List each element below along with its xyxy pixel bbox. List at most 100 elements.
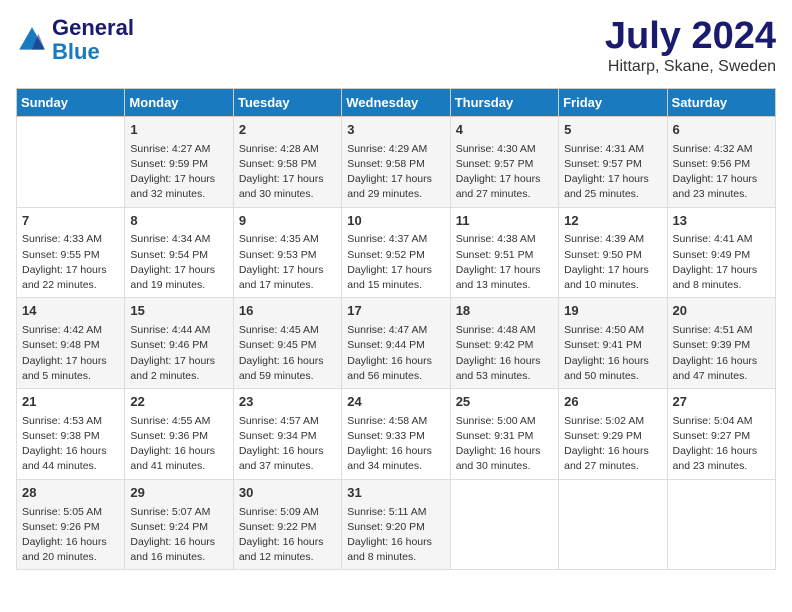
col-header-friday: Friday [559,88,667,116]
calendar-cell: 22Sunrise: 4:55 AM Sunset: 9:36 PM Dayli… [125,388,233,479]
day-info: Sunrise: 5:00 AM Sunset: 9:31 PM Dayligh… [456,414,553,475]
day-info: Sunrise: 5:05 AM Sunset: 9:26 PM Dayligh… [22,505,119,566]
day-number: 17 [347,302,444,321]
day-number: 26 [564,393,661,412]
day-info: Sunrise: 4:42 AM Sunset: 9:48 PM Dayligh… [22,323,119,384]
calendar-cell: 10Sunrise: 4:37 AM Sunset: 9:52 PM Dayli… [342,207,450,298]
calendar-cell: 2Sunrise: 4:28 AM Sunset: 9:58 PM Daylig… [233,116,341,207]
calendar-cell [559,479,667,570]
day-number: 22 [130,393,227,412]
day-number: 7 [22,212,119,231]
day-number: 3 [347,121,444,140]
calendar-cell: 18Sunrise: 4:48 AM Sunset: 9:42 PM Dayli… [450,298,558,389]
calendar-cell: 26 Sunrise: 5:02 AM Sunset: 9:29 PM Dayli… [559,388,667,479]
calendar-cell: 31Sunrise: 5:11 AM Sunset: 9:20 PM Dayli… [342,479,450,570]
calendar-week-row: 7Sunrise: 4:33 AM Sunset: 9:55 PM Daylig… [17,207,776,298]
calendar-cell: 21Sunrise: 4:53 AM Sunset: 9:38 PM Dayli… [17,388,125,479]
day-info: Sunrise: 4:27 AM Sunset: 9:59 PM Dayligh… [130,142,227,203]
day-info: Sunrise: 5:04 AM Sunset: 9:27 PM Dayligh… [673,414,770,475]
day-number: 6 [673,121,770,140]
col-header-thursday: Thursday [450,88,558,116]
calendar-cell: 20 Sunrise: 4:51 AM Sunset: 9:39 PM Dayli… [667,298,775,389]
calendar-cell: 12Sunrise: 4:39 AM Sunset: 9:50 PM Dayli… [559,207,667,298]
page-header: General Blue July 2024 Hittarp, Skane, S… [16,16,776,76]
day-info: Sunrise: 4:31 AM Sunset: 9:57 PM Dayligh… [564,142,661,203]
calendar-cell: 1 Sunrise: 4:27 AM Sunset: 9:59 PM Daylig… [125,116,233,207]
day-info: Sunrise: 4:33 AM Sunset: 9:55 PM Dayligh… [22,232,119,293]
day-number: 9 [239,212,336,231]
calendar-cell: 25 Sunrise: 5:00 AM Sunset: 9:31 PM Dayli… [450,388,558,479]
calendar-cell: 14 Sunrise: 4:42 AM Sunset: 9:48 PM Dayli… [17,298,125,389]
day-info: Sunrise: 4:30 AM Sunset: 9:57 PM Dayligh… [456,142,553,203]
calendar-cell: 29 Sunrise: 5:07 AM Sunset: 9:24 PM Dayli… [125,479,233,570]
calendar-cell: 15 Sunrise: 4:44 AM Sunset: 9:46 PM Dayli… [125,298,233,389]
calendar-cell [667,479,775,570]
day-info: Sunrise: 4:44 AM Sunset: 9:46 PM Dayligh… [130,323,227,384]
day-number: 29 [130,484,227,503]
day-number: 13 [673,212,770,231]
day-number: 16 [239,302,336,321]
day-info: Sunrise: 4:51 AM Sunset: 9:39 PM Dayligh… [673,323,770,384]
day-number: 27 [673,393,770,412]
calendar-cell: 27 Sunrise: 5:04 AM Sunset: 9:27 PM Dayli… [667,388,775,479]
calendar-cell: 16Sunrise: 4:45 AM Sunset: 9:45 PM Dayli… [233,298,341,389]
col-header-tuesday: Tuesday [233,88,341,116]
day-info: Sunrise: 4:39 AM Sunset: 9:50 PM Dayligh… [564,232,661,293]
calendar-cell: 17 Sunrise: 4:47 AM Sunset: 9:44 PM Dayli… [342,298,450,389]
calendar-cell: 8Sunrise: 4:34 AM Sunset: 9:54 PM Daylig… [125,207,233,298]
day-number: 1 [130,121,227,140]
calendar-week-row: 14 Sunrise: 4:42 AM Sunset: 9:48 PM Dayli… [17,298,776,389]
day-info: Sunrise: 4:58 AM Sunset: 9:33 PM Dayligh… [347,414,444,475]
day-info: Sunrise: 4:37 AM Sunset: 9:52 PM Dayligh… [347,232,444,293]
day-number: 14 [22,302,119,321]
day-number: 15 [130,302,227,321]
day-info: Sunrise: 4:47 AM Sunset: 9:44 PM Dayligh… [347,323,444,384]
day-number: 4 [456,121,553,140]
col-header-saturday: Saturday [667,88,775,116]
calendar-cell: 11Sunrise: 4:38 AM Sunset: 9:51 PM Dayli… [450,207,558,298]
calendar-cell [17,116,125,207]
day-info: Sunrise: 4:38 AM Sunset: 9:51 PM Dayligh… [456,232,553,293]
day-info: Sunrise: 4:29 AM Sunset: 9:58 PM Dayligh… [347,142,444,203]
day-number: 10 [347,212,444,231]
calendar-cell [450,479,558,570]
day-info: Sunrise: 5:07 AM Sunset: 9:24 PM Dayligh… [130,505,227,566]
col-header-sunday: Sunday [17,88,125,116]
logo: General Blue [16,16,134,64]
calendar-cell: 6 Sunrise: 4:32 AM Sunset: 9:56 PM Daylig… [667,116,775,207]
day-number: 25 [456,393,553,412]
day-number: 12 [564,212,661,231]
day-info: Sunrise: 4:32 AM Sunset: 9:56 PM Dayligh… [673,142,770,203]
calendar-cell: 24 Sunrise: 4:58 AM Sunset: 9:33 PM Dayli… [342,388,450,479]
day-info: Sunrise: 4:28 AM Sunset: 9:58 PM Dayligh… [239,142,336,203]
day-number: 24 [347,393,444,412]
day-info: Sunrise: 4:41 AM Sunset: 9:49 PM Dayligh… [673,232,770,293]
calendar-cell: 9Sunrise: 4:35 AM Sunset: 9:53 PM Daylig… [233,207,341,298]
day-info: Sunrise: 4:34 AM Sunset: 9:54 PM Dayligh… [130,232,227,293]
calendar-week-row: 1 Sunrise: 4:27 AM Sunset: 9:59 PM Daylig… [17,116,776,207]
month-title: July 2024 [605,16,776,58]
day-number: 23 [239,393,336,412]
calendar-header-row: SundayMondayTuesdayWednesdayThursdayFrid… [17,88,776,116]
col-header-monday: Monday [125,88,233,116]
logo-text-general: General Blue [52,16,134,64]
calendar-cell: 13Sunrise: 4:41 AM Sunset: 9:49 PM Dayli… [667,207,775,298]
calendar-cell: 28Sunrise: 5:05 AM Sunset: 9:26 PM Dayli… [17,479,125,570]
location-text: Hittarp, Skane, Sweden [605,58,776,76]
day-number: 8 [130,212,227,231]
title-block: July 2024 Hittarp, Skane, Sweden [605,16,776,76]
calendar-table: SundayMondayTuesdayWednesdayThursdayFrid… [16,88,776,571]
day-number: 5 [564,121,661,140]
day-number: 31 [347,484,444,503]
day-number: 18 [456,302,553,321]
calendar-cell: 5 Sunrise: 4:31 AM Sunset: 9:57 PM Daylig… [559,116,667,207]
logo-icon [16,24,48,56]
day-number: 21 [22,393,119,412]
day-info: Sunrise: 5:02 AM Sunset: 9:29 PM Dayligh… [564,414,661,475]
day-info: Sunrise: 5:09 AM Sunset: 9:22 PM Dayligh… [239,505,336,566]
day-number: 19 [564,302,661,321]
day-number: 20 [673,302,770,321]
calendar-cell: 3 Sunrise: 4:29 AM Sunset: 9:58 PM Daylig… [342,116,450,207]
day-info: Sunrise: 4:35 AM Sunset: 9:53 PM Dayligh… [239,232,336,293]
calendar-cell: 7Sunrise: 4:33 AM Sunset: 9:55 PM Daylig… [17,207,125,298]
